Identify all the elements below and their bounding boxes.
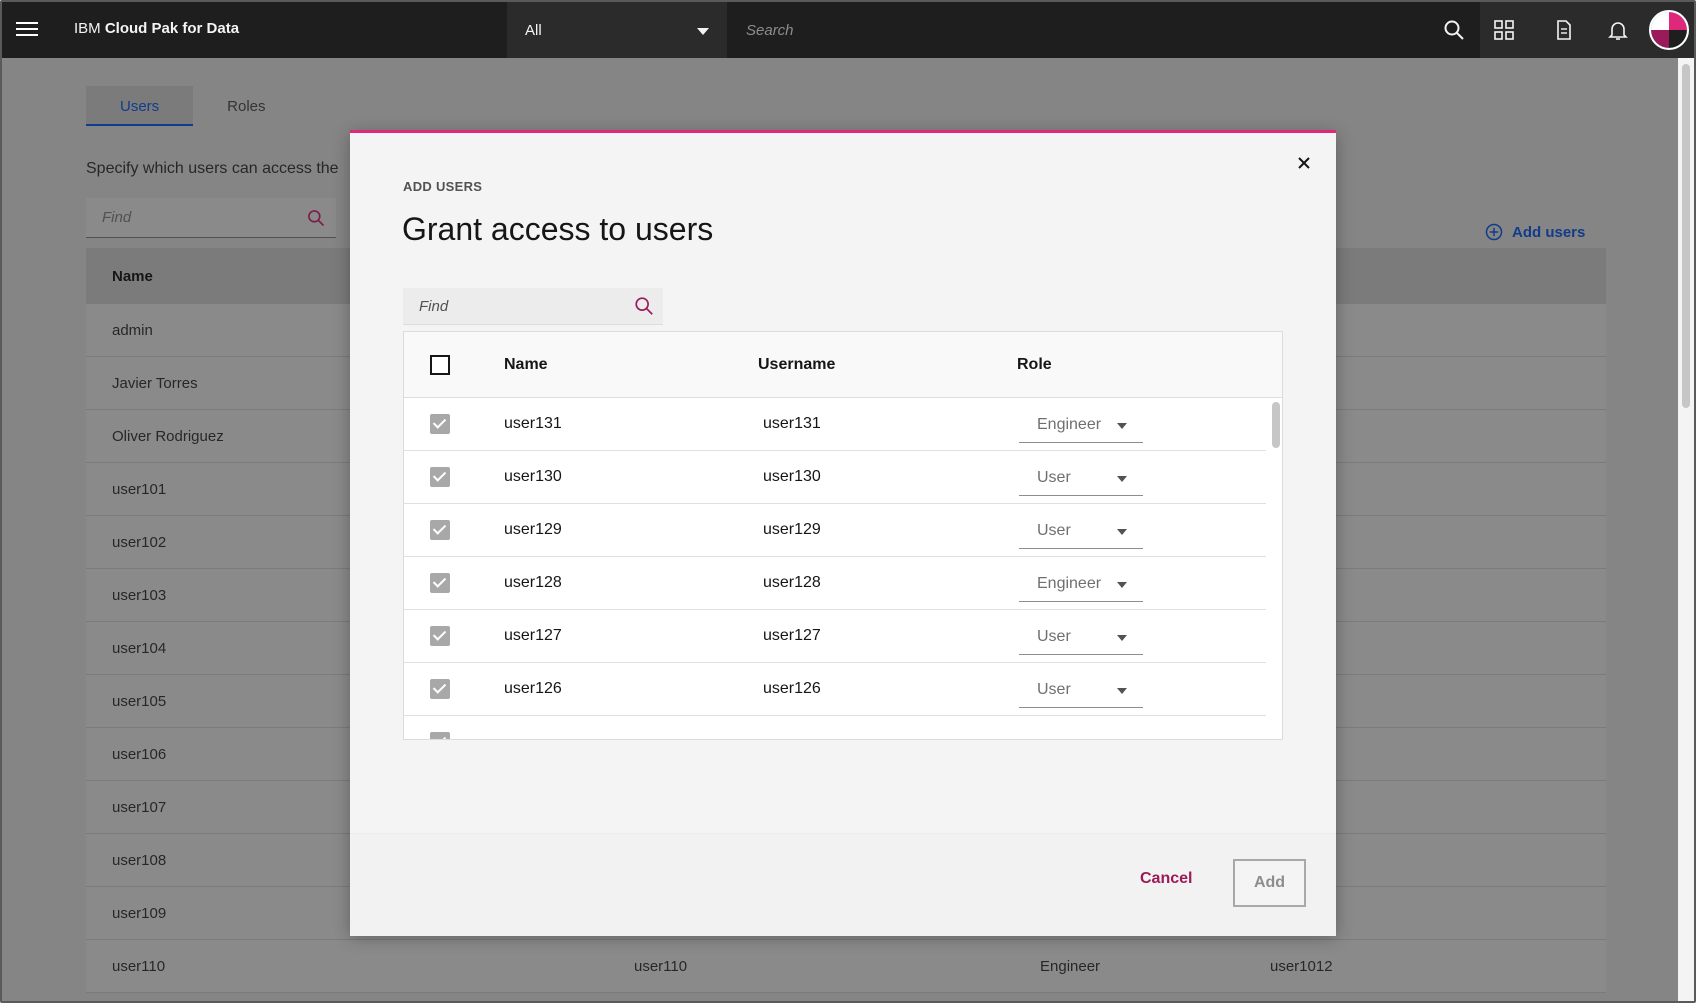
modal-label: ADD USERS	[403, 179, 483, 194]
caret-down-icon	[1117, 688, 1127, 694]
caret-down-icon	[1117, 529, 1127, 535]
role-select[interactable]: Engineer	[1019, 564, 1143, 602]
role-value: Engineer	[1037, 416, 1102, 433]
row-checkbox[interactable]	[430, 679, 450, 699]
row-checkbox[interactable]	[430, 626, 450, 646]
row-checkbox-cell	[404, 679, 504, 699]
modal-title: Grant access to users	[402, 211, 714, 247]
row-name: user131	[504, 415, 562, 432]
row-checkbox[interactable]	[430, 467, 450, 487]
row-checkbox-cell	[404, 414, 504, 434]
close-icon[interactable]	[1292, 151, 1316, 175]
scrollbar-thumb[interactable]	[1272, 402, 1280, 448]
table-row[interactable]: user131 user131 Engineer	[404, 398, 1266, 451]
caret-down-icon	[1117, 423, 1127, 429]
row-role-cell: User	[1019, 670, 1259, 708]
top-header: IBM Cloud Pak for Data All Search	[2, 2, 1694, 58]
role-select[interactable]: Engineer	[1019, 405, 1143, 443]
scope-dropdown[interactable]: All	[507, 2, 727, 58]
row-username: user130	[763, 468, 821, 485]
document-icon[interactable]	[1552, 18, 1576, 42]
row-name: user126	[504, 680, 562, 697]
row-checkbox[interactable]	[430, 520, 450, 540]
select-all-checkbox[interactable]	[430, 354, 450, 375]
role-select[interactable]: User	[1019, 458, 1143, 496]
table-scrollbar[interactable]	[1270, 398, 1282, 739]
page-scrollbar[interactable]	[1678, 58, 1694, 1001]
modal-find-field	[403, 288, 663, 325]
row-role-cell: User	[1019, 617, 1259, 655]
search-icon[interactable]	[1442, 18, 1466, 42]
column-name[interactable]: Name	[504, 356, 758, 374]
modal-users-table: Name Username Role user131 user131 Engin…	[403, 331, 1283, 740]
apps-icon[interactable]	[1492, 18, 1516, 42]
row-checkbox[interactable]	[430, 732, 450, 739]
app-window: IBM Cloud Pak for Data All Search Users …	[0, 0, 1696, 1003]
row-checkbox-cell	[404, 467, 504, 487]
row-checkbox-cell	[404, 520, 504, 540]
row-username: user129	[763, 521, 821, 538]
role-value: User	[1037, 628, 1071, 645]
row-username: user127	[763, 627, 821, 644]
avatar-pie-icon	[1651, 12, 1687, 48]
row-username: user131	[763, 415, 821, 432]
row-checkbox[interactable]	[430, 414, 450, 434]
notification-bell-icon[interactable]	[1606, 18, 1630, 42]
row-role-cell: Engineer	[1019, 405, 1259, 443]
brand-name: Cloud Pak for Data	[104, 20, 240, 37]
row-name: user130	[504, 468, 562, 485]
table-row[interactable]: user126 user126 User	[404, 663, 1266, 716]
table-header: Name Username Role	[404, 332, 1282, 398]
search-placeholder: Search	[746, 22, 794, 39]
role-select[interactable]: User	[1019, 511, 1143, 549]
hamburger-menu-icon[interactable]	[16, 18, 38, 40]
brand-prefix: IBM	[74, 20, 105, 37]
row-checkbox-cell	[404, 626, 504, 646]
caret-down-icon	[1117, 582, 1127, 588]
caret-down-icon	[697, 28, 709, 35]
caret-down-icon	[1117, 635, 1127, 641]
row-role-cell: User	[1019, 511, 1259, 549]
add-button[interactable]: Add	[1233, 859, 1306, 907]
row-name: user127	[504, 627, 562, 644]
scope-value: All	[525, 22, 542, 39]
scrollbar-thumb[interactable]	[1682, 64, 1690, 408]
row-checkbox[interactable]	[430, 573, 450, 593]
table-row[interactable]: user128 user128 Engineer	[404, 557, 1266, 610]
search-icon[interactable]	[633, 295, 655, 317]
global-search-input[interactable]: Search	[728, 2, 1480, 58]
select-all-cell	[404, 354, 504, 375]
role-value: Engineer	[1037, 575, 1102, 592]
row-role-cell: User	[1019, 458, 1259, 496]
column-role[interactable]: Role	[1017, 356, 1257, 374]
row-username: user128	[763, 574, 821, 591]
role-value: User	[1037, 522, 1071, 539]
cancel-button[interactable]: Cancel	[1140, 870, 1192, 888]
column-username[interactable]: Username	[758, 356, 1017, 374]
row-name: user128	[504, 574, 562, 591]
user-avatar[interactable]	[1649, 10, 1689, 50]
role-value: User	[1037, 681, 1071, 698]
role-select[interactable]: User	[1019, 670, 1143, 708]
table-row-partial[interactable]	[404, 716, 1266, 739]
row-name: user129	[504, 521, 562, 538]
table-row[interactable]: user127 user127 User	[404, 610, 1266, 663]
caret-down-icon	[1117, 476, 1127, 482]
modal-find-input[interactable]	[403, 288, 613, 325]
row-checkbox-cell	[404, 732, 504, 739]
table-row[interactable]: user130 user130 User	[404, 451, 1266, 504]
row-checkbox-cell	[404, 573, 504, 593]
table-row[interactable]: user129 user129 User	[404, 504, 1266, 557]
row-username: user126	[763, 680, 821, 697]
role-value: User	[1037, 469, 1071, 486]
role-select[interactable]: User	[1019, 617, 1143, 655]
grant-access-modal: ADD USERS Grant access to users Name Use…	[350, 130, 1336, 936]
product-brand[interactable]: IBM Cloud Pak for Data	[74, 20, 239, 37]
row-role-cell: Engineer	[1019, 564, 1259, 602]
